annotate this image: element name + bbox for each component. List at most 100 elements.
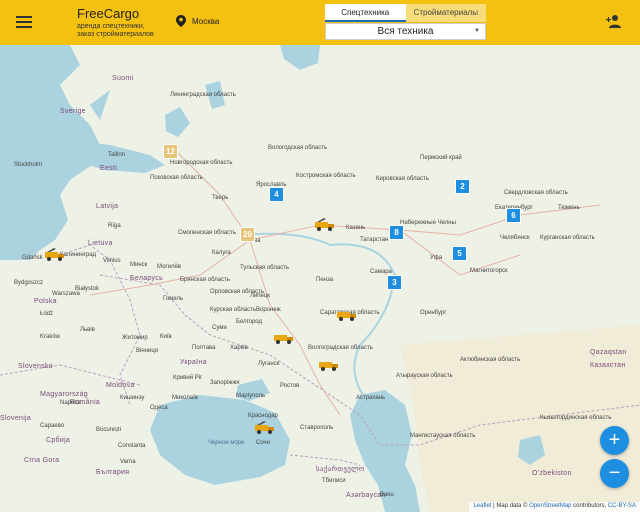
map-label-kostroma: Костромская область xyxy=(296,173,356,179)
map-label-sverdlovsk: Свердловская область xyxy=(504,190,568,196)
map-label-chelyabinsk: Челябинск xyxy=(500,235,530,241)
map-label-zhytomyr: Житомир xyxy=(122,335,148,341)
map-label-gdansk: Gdańsk xyxy=(22,255,43,261)
map-label-baku: Baku xyxy=(380,492,394,498)
map-label-crna: Crna Gora xyxy=(24,457,60,464)
header-bar: FreeCargo аренда спецтехники, заказ стро… xyxy=(0,0,640,45)
zoom-out-button[interactable]: − xyxy=(600,459,629,488)
map-label-orenburg: Оренбург xyxy=(420,310,447,316)
map-label-sweden: Sverige xyxy=(60,108,86,115)
map-label-mangistau: Мангистауская область xyxy=(410,433,476,439)
app-root: FreeCargo аренда спецтехники, заказ стро… xyxy=(0,0,640,512)
map-label-perm: Пермский край xyxy=(420,155,462,161)
brand-subtitle-line-2: заказ стройматериалов xyxy=(77,31,154,38)
map-label-lipetsk: Липецк xyxy=(250,293,270,299)
cluster-marker[interactable]: 20 xyxy=(240,227,255,242)
equipment-type-value: Вся техника xyxy=(377,26,434,37)
map-label-novgorod: Новгородская область xyxy=(170,160,233,166)
map-label-latvia: Latvija xyxy=(96,203,119,210)
cluster-marker[interactable]: 8 xyxy=(389,225,404,240)
map-label-penza: Пенза xyxy=(316,277,334,283)
map-label-astrakhan: Астрахань xyxy=(356,395,386,401)
map-label-mogilev: Могилёв xyxy=(157,264,181,270)
map-label-sochi: Сочи xyxy=(256,440,271,446)
map-label-tallinn: Tallinn xyxy=(108,152,126,158)
category-tabs: Спецтехника Стройматериалы xyxy=(325,4,486,22)
map-label-mykolaiv: Миколаїв xyxy=(172,395,198,401)
map-label-rostov: Ростов xyxy=(280,383,300,389)
map-label-kazan: Казань xyxy=(346,225,366,231)
map-label-varna: Varna xyxy=(120,459,136,465)
osm-link[interactable]: OpenStreetMap xyxy=(529,503,571,509)
map-label-bucuresti: București xyxy=(96,427,122,433)
map-label-magnitogorsk: Магнитогорск xyxy=(470,268,508,274)
map-label-kurgan: Курганская область xyxy=(540,235,595,241)
zoom-in-button[interactable]: + xyxy=(600,426,629,455)
map-label-constanta: Constanța xyxy=(118,443,146,449)
map-label-riga: Rīga xyxy=(108,223,121,229)
map-attribution: Leaflet | Map data © OpenStreetMap contr… xyxy=(469,502,640,512)
attribution-text: | Map data © xyxy=(491,503,530,509)
map-label-bryansk: Брянская область xyxy=(180,277,230,283)
map-label-volgograd: Волгоградская область xyxy=(308,345,373,351)
map-label-nizhny: Набережные Челны xyxy=(400,220,456,226)
brand[interactable]: FreeCargo аренда спецтехники, заказ стро… xyxy=(77,7,172,39)
truck-marker-icon[interactable] xyxy=(318,358,340,372)
map-label-karaganda: Кызылординская область xyxy=(540,415,612,421)
map-label-slovenia: Slovenija xyxy=(0,415,32,422)
equipment-type-select[interactable]: Вся техника ▼ xyxy=(325,23,486,40)
map-label-sakartvelo: საქართველო xyxy=(316,466,365,473)
map-view[interactable]: Sverige Suomi Stockholm Tallinn Eesti La… xyxy=(0,45,640,512)
cluster-marker[interactable]: 6 xyxy=(506,208,521,223)
map-label-bulgaria: България xyxy=(96,469,130,476)
map-label-atyrau: Атырауская область xyxy=(396,373,453,379)
map-label-kirov: Кировская область xyxy=(376,176,429,182)
map-label-uzbekiston: O'zbekiston xyxy=(532,470,572,477)
brand-subtitle-line-1: аренда спецтехники, xyxy=(77,23,145,30)
cluster-marker[interactable]: 12 xyxy=(163,144,178,159)
map-label-smolensk: Смоленская область xyxy=(178,230,237,236)
map-label-eesti: Eesti xyxy=(100,165,118,172)
map-label-tver: Тверь xyxy=(212,195,229,201)
truck-marker-icon[interactable] xyxy=(254,421,276,435)
map-label-pskov: Псковская область xyxy=(150,175,203,181)
map-label-lietuva: Lietuva xyxy=(88,240,113,247)
map-label-stavropol: Ставрополь xyxy=(300,425,334,431)
map-label-tatarstan: Татарстан xyxy=(360,237,389,243)
location-pin-icon xyxy=(176,15,186,27)
location-label: Москва xyxy=(192,16,220,26)
leaflet-link[interactable]: Leaflet xyxy=(473,503,491,509)
truck-marker-icon[interactable] xyxy=(314,218,336,232)
cluster-marker[interactable]: 2 xyxy=(455,179,470,194)
map-label-magyar: Magyarország xyxy=(40,391,88,398)
map-label-lviv: Львів xyxy=(80,327,95,333)
map-label-kryvyi: Кривий Ріг xyxy=(173,375,203,381)
map-label-belgorod: Белгород xyxy=(236,319,263,325)
map-label-voronezh: Воронеж xyxy=(256,307,281,313)
license-link[interactable]: CC-BY-SA xyxy=(608,503,636,509)
map-label-minsk: Минск xyxy=(130,262,148,268)
truck-marker-icon[interactable] xyxy=(44,248,66,262)
truck-marker-icon[interactable] xyxy=(336,308,358,322)
add-user-icon[interactable] xyxy=(606,14,622,28)
map-label-kazakhstan: Казахстан xyxy=(590,362,626,369)
map-label-vilnius: Vilnius xyxy=(103,258,121,264)
tab-equipment[interactable]: Спецтехника xyxy=(325,4,406,22)
truck-marker-icon[interactable] xyxy=(273,331,295,345)
map-label-finland: Suomi xyxy=(112,75,134,82)
attribution-contrib: contributors, xyxy=(571,503,608,509)
location-selector[interactable]: Москва xyxy=(176,15,219,27)
map-label-krasnodar: Краснодар xyxy=(248,413,278,419)
map-label-chisinau: Кишинэу xyxy=(120,395,145,401)
cluster-marker[interactable]: 5 xyxy=(452,246,467,261)
tab-materials[interactable]: Стройматериалы xyxy=(405,4,486,22)
map-label-napoca: Napoca xyxy=(60,400,81,406)
cluster-marker[interactable]: 3 xyxy=(387,275,402,290)
cluster-marker[interactable]: 4 xyxy=(269,187,284,202)
map-label-srbija: Србија xyxy=(46,437,71,444)
map-label-kaluga: Калуга xyxy=(212,250,231,256)
map-label-kursk: Курская область xyxy=(210,307,256,313)
map-label-sarajevo: Сараево xyxy=(40,423,65,429)
map-label-slovensko: Slovensko xyxy=(18,363,53,370)
menu-icon[interactable] xyxy=(14,13,34,31)
